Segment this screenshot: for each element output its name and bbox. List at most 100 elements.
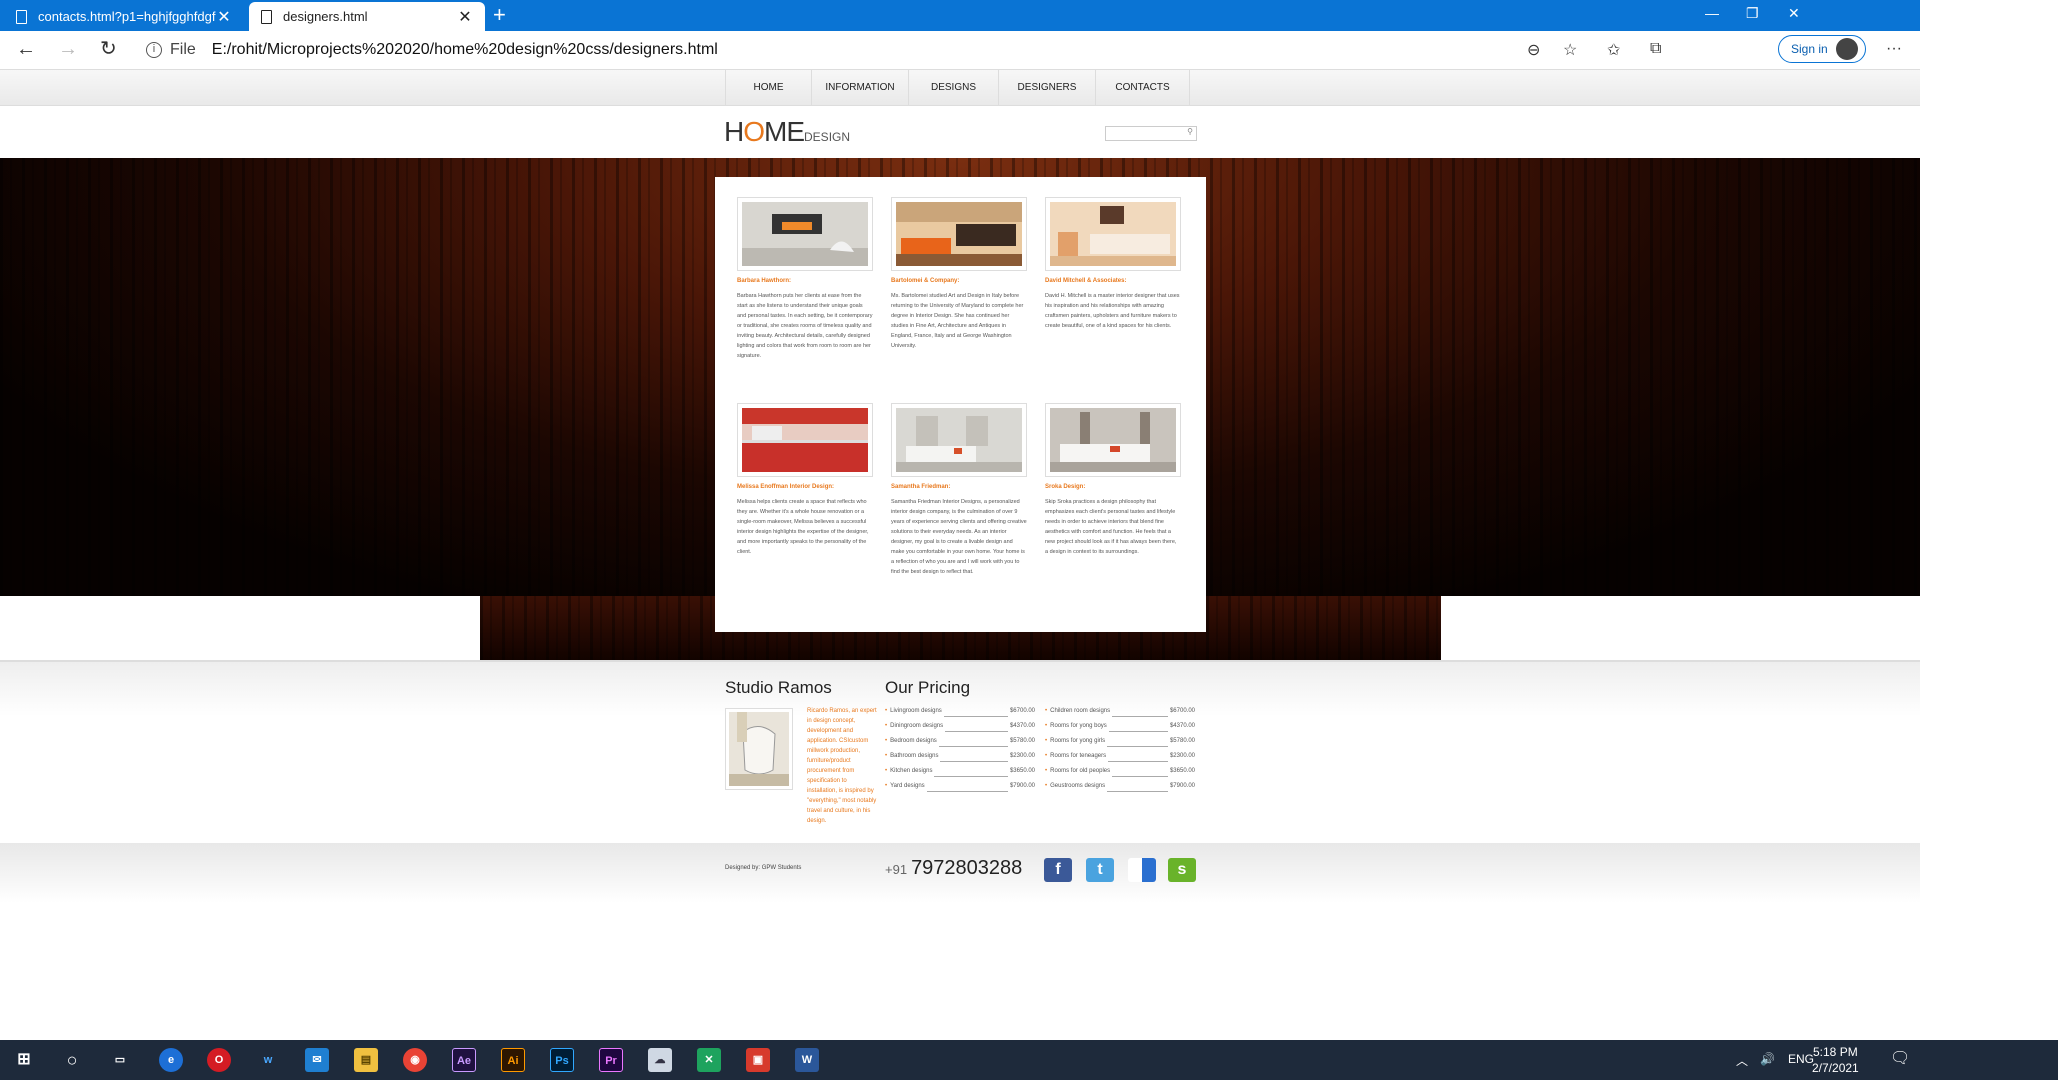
- search-icon[interactable]: ⚲: [1187, 127, 1193, 136]
- illustrator-icon[interactable]: Ai: [501, 1048, 525, 1072]
- info-icon[interactable]: i: [146, 42, 162, 58]
- word-icon[interactable]: W: [795, 1048, 819, 1072]
- nav-information[interactable]: INFORMATION: [812, 70, 909, 106]
- designer-thumbnail[interactable]: [1045, 403, 1181, 477]
- restore-button[interactable]: ❐: [1746, 5, 1759, 22]
- more-menu-icon[interactable]: ···: [1886, 40, 1902, 58]
- minimize-button[interactable]: —: [1705, 5, 1719, 21]
- price-value: $6700.00: [1169, 708, 1195, 714]
- search-circle-icon[interactable]: ○: [60, 1048, 84, 1072]
- presentation-icon[interactable]: ▣: [746, 1048, 770, 1072]
- price-row: • Diningroom designs $4370.00: [885, 723, 1035, 738]
- price-item: Geustrooms designs: [1050, 783, 1106, 789]
- price-item: Children room designs: [1050, 708, 1111, 714]
- back-arrow-icon[interactable]: ←: [16, 37, 36, 61]
- price-value: $7900.00: [1169, 783, 1195, 789]
- logo-text: ME: [764, 116, 805, 147]
- price-value: $4370.00: [1169, 723, 1195, 729]
- site-search-input[interactable]: ⚲: [1105, 126, 1197, 141]
- tab-title: designers.html: [283, 9, 368, 24]
- facebook-icon[interactable]: f: [1044, 858, 1072, 882]
- language-indicator[interactable]: ENG: [1788, 1052, 1814, 1066]
- close-tab-icon[interactable]: ✕: [457, 7, 473, 27]
- refresh-icon[interactable]: ↻: [100, 37, 117, 61]
- file-explorer-icon[interactable]: ▤: [354, 1048, 378, 1072]
- designer-name[interactable]: David Mitchell & Associates:: [1045, 278, 1181, 284]
- pricing-list-left: • Livingroom designs $6700.00 • Diningroom …: [885, 708, 1035, 798]
- new-tab-button[interactable]: +: [493, 4, 506, 26]
- clock[interactable]: 5:18 PM 2/7/2021: [1812, 1044, 1859, 1076]
- logo-text: H: [724, 116, 744, 147]
- volume-icon[interactable]: 🔊: [1760, 1052, 1775, 1066]
- forward-arrow-icon[interactable]: →: [58, 37, 78, 61]
- address-field[interactable]: i File E:/rohit/Microprojects%202020/hom…: [146, 36, 1662, 64]
- nav-designs[interactable]: DESIGNS: [909, 70, 999, 106]
- photoshop-icon[interactable]: Ps: [550, 1048, 574, 1072]
- zoom-icon[interactable]: ⊖: [1527, 40, 1540, 60]
- designer-thumbnail[interactable]: [891, 403, 1027, 477]
- premiere-icon[interactable]: Pr: [599, 1048, 623, 1072]
- document-icon: [16, 9, 27, 24]
- windows-start-icon[interactable]: ⊞: [12, 1048, 36, 1072]
- designer-thumbnail[interactable]: [737, 197, 873, 271]
- favorites-icon[interactable]: ✩: [1607, 40, 1620, 60]
- avatar: [1835, 38, 1858, 60]
- task-view-icon[interactable]: ▭: [108, 1048, 132, 1072]
- price-value: $2300.00: [1009, 753, 1035, 759]
- designer-thumbnail[interactable]: [891, 197, 1027, 271]
- nav-home[interactable]: HOME: [726, 70, 812, 106]
- tab-contacts[interactable]: contacts.html?p1=hghjfgghfdgf ✕: [4, 2, 244, 31]
- sign-in-button[interactable]: Sign in: [1778, 35, 1866, 63]
- nav-contacts[interactable]: CONTACTS: [1096, 70, 1190, 106]
- opera-icon[interactable]: O: [207, 1048, 231, 1072]
- screen: contacts.html?p1=hghjfgghfdgf ✕ designer…: [0, 0, 2058, 1080]
- notifications-icon[interactable]: 🗨: [1890, 1048, 1910, 1068]
- website: HOME INFORMATION DESIGNS DESIGNERS CONTA…: [0, 70, 1920, 1040]
- designer-thumbnail[interactable]: [737, 403, 873, 477]
- price-value: $5780.00: [1169, 738, 1195, 744]
- footer-info: Studio Ramos Ricardo Ramos, an expert in…: [0, 660, 1920, 843]
- designer-card: Melissa Enoffman Interior Design: Meliss…: [737, 403, 873, 557]
- price-value: $7900.00: [1009, 783, 1035, 789]
- spreadsheet-icon[interactable]: ✕: [697, 1048, 721, 1072]
- delicious-icon[interactable]: [1128, 858, 1156, 882]
- add-favorite-icon[interactable]: ☆: [1563, 40, 1577, 60]
- close-window-button[interactable]: ✕: [1788, 5, 1800, 22]
- tab-title: contacts.html?p1=hghjfgghfdgf: [38, 9, 216, 24]
- cloud-icon[interactable]: ☁: [648, 1048, 672, 1072]
- tab-designers[interactable]: designers.html ✕: [249, 2, 485, 31]
- designer-name[interactable]: Barbara Hawthorn:: [737, 278, 873, 284]
- price-item: Rooms for yong boys: [1050, 723, 1107, 729]
- credit-text: Designed by: GPW Students: [725, 865, 802, 871]
- price-row: • Rooms for teneagers $2300.00: [1045, 753, 1195, 768]
- after-effects-icon[interactable]: Ae: [452, 1048, 476, 1072]
- stumbleupon-icon[interactable]: s: [1168, 858, 1196, 882]
- designer-name[interactable]: Melissa Enoffman Interior Design:: [737, 484, 873, 490]
- chevron-up-icon[interactable]: ︿: [1736, 1052, 1748, 1069]
- wavelength-icon[interactable]: w: [256, 1048, 280, 1072]
- url-text[interactable]: E:/rohit/Microprojects%202020/home%20des…: [212, 41, 718, 59]
- nav-designers[interactable]: DESIGNERS: [999, 70, 1096, 106]
- pricing-title: Our Pricing: [885, 678, 971, 697]
- twitter-icon[interactable]: t: [1086, 858, 1114, 882]
- phone-number: +91 7972803288: [885, 857, 1022, 880]
- designer-thumbnail[interactable]: [1045, 197, 1181, 271]
- designer-name[interactable]: Samantha Friedman:: [891, 484, 1027, 490]
- collections-icon[interactable]: ⧉: [1650, 40, 1661, 58]
- price-row: • Rooms for yong boys $4370.00: [1045, 723, 1195, 738]
- fireplace-room-image: [742, 202, 868, 266]
- price-value: $5780.00: [1009, 738, 1035, 744]
- studio-description: Ricardo Ramos, an expert in design conce…: [725, 706, 877, 826]
- price-value: $6700.00: [1009, 708, 1035, 714]
- designer-description: Melissa helps clients create a space tha…: [737, 499, 869, 555]
- site-logo[interactable]: HOMEDESIGN: [724, 116, 850, 148]
- phone-prefix: +91: [885, 862, 908, 877]
- close-tab-icon[interactable]: ✕: [216, 7, 232, 27]
- studio-description-text: Ricardo Ramos, an expert in design conce…: [807, 708, 877, 824]
- chrome-icon[interactable]: ◉: [403, 1048, 427, 1072]
- edge-icon[interactable]: e: [159, 1048, 183, 1072]
- designer-name[interactable]: Bartolomei & Company:: [891, 278, 1027, 284]
- mail-icon[interactable]: ✉: [305, 1048, 329, 1072]
- studio-title: Studio Ramos: [725, 678, 832, 697]
- designer-name[interactable]: Sroka Design:: [1045, 484, 1181, 490]
